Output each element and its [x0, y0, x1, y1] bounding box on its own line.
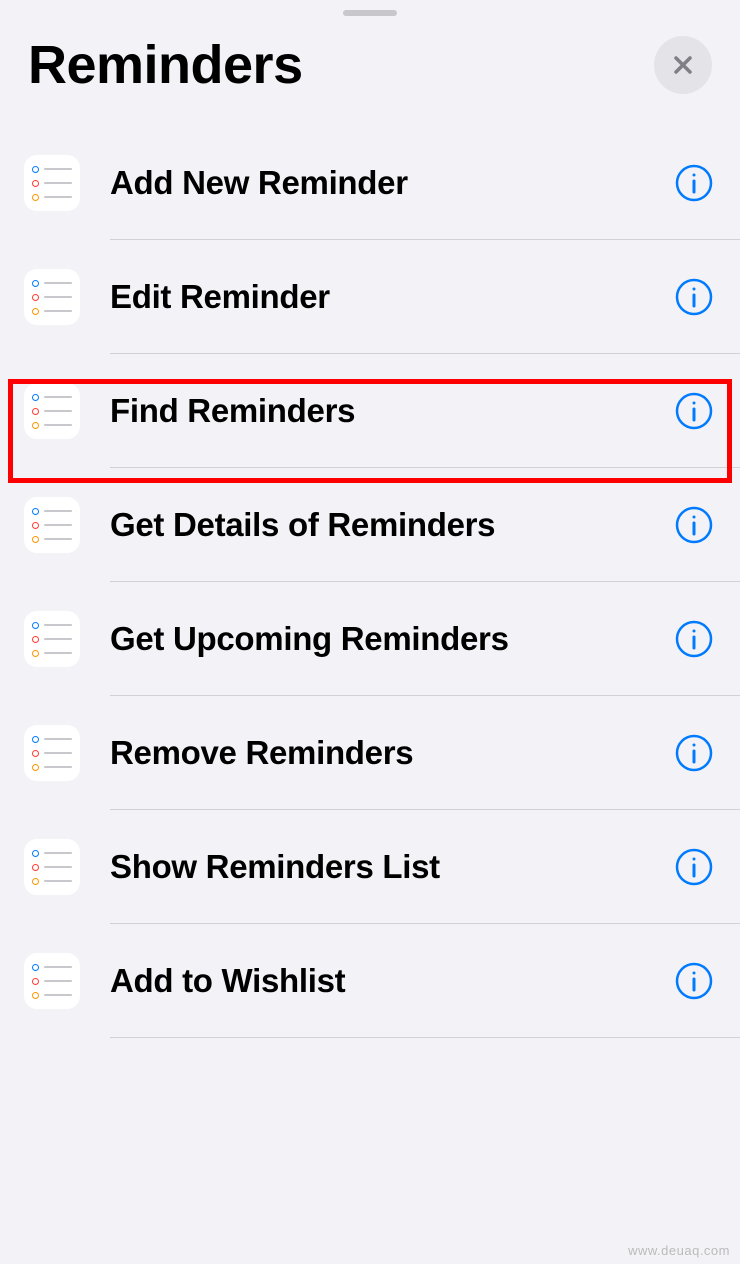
- action-label: Add to Wishlist: [110, 962, 672, 1000]
- reminders-app-icon: [24, 725, 80, 781]
- action-row-show-reminders-list[interactable]: Show Reminders List: [24, 810, 740, 924]
- action-label: Remove Reminders: [110, 734, 672, 772]
- action-row-remove-reminders[interactable]: Remove Reminders: [24, 696, 740, 810]
- info-icon: [674, 961, 714, 1001]
- info-button[interactable]: [672, 389, 716, 433]
- action-label: Get Details of Reminders: [110, 506, 672, 544]
- close-button[interactable]: [654, 36, 712, 94]
- info-icon: [674, 505, 714, 545]
- reminders-app-icon: [24, 839, 80, 895]
- info-icon: [674, 847, 714, 887]
- reminders-app-icon: [24, 611, 80, 667]
- info-icon: [674, 163, 714, 203]
- close-icon: [671, 53, 695, 77]
- action-row-edit-reminder[interactable]: Edit Reminder: [24, 240, 740, 354]
- reminders-app-icon: [24, 383, 80, 439]
- info-icon: [674, 619, 714, 659]
- info-icon: [674, 391, 714, 431]
- reminders-app-icon: [24, 497, 80, 553]
- action-label: Show Reminders List: [110, 848, 672, 886]
- reminders-app-icon: [24, 155, 80, 211]
- info-button[interactable]: [672, 503, 716, 547]
- info-button[interactable]: [672, 731, 716, 775]
- watermark: www.deuaq.com: [628, 1243, 730, 1258]
- sheet-header: Reminders: [0, 16, 740, 126]
- info-button[interactable]: [672, 617, 716, 661]
- reminders-app-icon: [24, 953, 80, 1009]
- action-row-find-reminders[interactable]: Find Reminders: [24, 354, 740, 468]
- info-button[interactable]: [672, 845, 716, 889]
- action-label: Find Reminders: [110, 392, 672, 430]
- action-label: Edit Reminder: [110, 278, 672, 316]
- actions-list: Add New Reminder Edit Reminder: [0, 126, 740, 1038]
- action-label: Get Upcoming Reminders: [110, 620, 672, 658]
- actions-sheet: Reminders Add New Reminder: [0, 10, 740, 1264]
- page-title: Reminders: [28, 34, 303, 96]
- info-button[interactable]: [672, 959, 716, 1003]
- info-button[interactable]: [672, 161, 716, 205]
- action-label: Add New Reminder: [110, 164, 672, 202]
- reminders-app-icon: [24, 269, 80, 325]
- action-row-add-new-reminder[interactable]: Add New Reminder: [24, 126, 740, 240]
- action-row-add-to-wishlist[interactable]: Add to Wishlist: [24, 924, 740, 1038]
- action-row-get-upcoming-reminders[interactable]: Get Upcoming Reminders: [24, 582, 740, 696]
- info-icon: [674, 733, 714, 773]
- action-row-get-details-of-reminders[interactable]: Get Details of Reminders: [24, 468, 740, 582]
- info-icon: [674, 277, 714, 317]
- info-button[interactable]: [672, 275, 716, 319]
